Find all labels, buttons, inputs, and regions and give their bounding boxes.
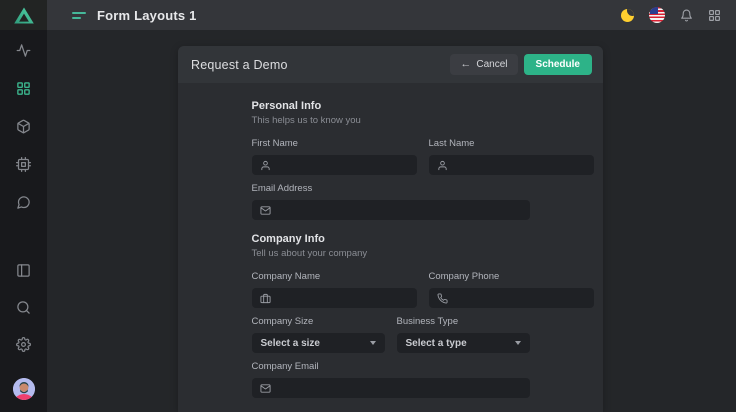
company-email-input[interactable] bbox=[277, 383, 522, 394]
theme-toggle-button[interactable] bbox=[621, 9, 634, 22]
sidebar-item-dashboard[interactable] bbox=[16, 80, 32, 96]
business-type-field: Business Type Select a type bbox=[397, 316, 530, 353]
card-header: Request a Demo ← Cancel Schedule bbox=[178, 46, 603, 83]
company-phone-input-wrap bbox=[429, 288, 594, 308]
chevron-down-icon bbox=[515, 341, 521, 345]
last-name-input-wrap bbox=[429, 155, 594, 175]
gear-icon bbox=[16, 337, 31, 352]
menu-toggle-icon[interactable] bbox=[72, 12, 86, 19]
section-subheading: This helps us to know you bbox=[252, 115, 530, 126]
card-actions: ← Cancel Schedule bbox=[450, 54, 592, 75]
bell-icon bbox=[680, 9, 693, 22]
first-name-input[interactable] bbox=[277, 160, 409, 171]
form-body: Personal Info This helps us to know you … bbox=[252, 83, 530, 398]
sidebar-item-system[interactable] bbox=[16, 156, 32, 172]
avatar-image bbox=[13, 378, 35, 400]
company-info-section: Company Info Tell us about your company … bbox=[252, 233, 530, 398]
email-field: Email Address bbox=[252, 183, 530, 220]
page-title: Form Layouts 1 bbox=[97, 8, 197, 23]
sidebar bbox=[0, 0, 47, 412]
header-actions bbox=[621, 7, 721, 23]
first-name-label: First Name bbox=[252, 138, 417, 149]
search-icon bbox=[16, 300, 31, 315]
section-subheading: Tell us about your company bbox=[252, 248, 530, 259]
apps-button[interactable] bbox=[708, 9, 721, 22]
sidebar-item-activity[interactable] bbox=[16, 42, 32, 58]
company-size-select[interactable]: Select a size bbox=[252, 333, 385, 353]
personal-info-section: Personal Info This helps us to know you … bbox=[252, 100, 530, 220]
email-label: Email Address bbox=[252, 183, 530, 194]
sidebar-item-panel-toggle[interactable] bbox=[16, 262, 32, 278]
last-name-field: Last Name bbox=[429, 138, 594, 175]
user-icon bbox=[437, 160, 448, 171]
moon-icon bbox=[621, 9, 634, 22]
first-name-input-wrap bbox=[252, 155, 417, 175]
cancel-button-label: Cancel bbox=[476, 59, 507, 70]
company-name-label: Company Name bbox=[252, 271, 417, 282]
sidebar-item-packages[interactable] bbox=[16, 118, 32, 134]
sidebar-item-messages[interactable] bbox=[16, 194, 32, 210]
language-button[interactable] bbox=[649, 7, 665, 23]
company-email-field: Company Email bbox=[252, 361, 530, 398]
top-header: Form Layouts 1 bbox=[47, 0, 736, 30]
email-input[interactable] bbox=[277, 205, 522, 216]
briefcase-icon bbox=[260, 293, 271, 304]
user-icon bbox=[260, 160, 271, 171]
triangle-logo-icon bbox=[13, 6, 35, 25]
cancel-button[interactable]: ← Cancel bbox=[450, 54, 517, 75]
business-type-value: Select a type bbox=[406, 338, 467, 349]
mail-icon bbox=[260, 383, 271, 394]
card-title: Request a Demo bbox=[191, 58, 288, 72]
grid-icon bbox=[16, 81, 31, 96]
mail-icon bbox=[260, 205, 271, 216]
company-name-input-wrap bbox=[252, 288, 417, 308]
company-name-input[interactable] bbox=[277, 293, 409, 304]
box-icon bbox=[16, 119, 31, 134]
us-flag-icon bbox=[649, 7, 665, 23]
section-heading: Company Info bbox=[252, 233, 530, 245]
apps-grid-icon bbox=[708, 9, 721, 22]
section-heading: Personal Info bbox=[252, 100, 530, 112]
company-size-field: Company Size Select a size bbox=[252, 316, 385, 353]
company-phone-field: Company Phone bbox=[429, 271, 594, 308]
sidebar-item-search[interactable] bbox=[16, 299, 32, 315]
last-name-input[interactable] bbox=[454, 160, 586, 171]
company-email-label: Company Email bbox=[252, 361, 530, 372]
sidebar-bottom bbox=[13, 262, 35, 412]
sidebar-panel-icon bbox=[16, 263, 31, 278]
sidebar-item-settings[interactable] bbox=[16, 336, 32, 352]
app-logo[interactable] bbox=[0, 0, 47, 30]
company-phone-label: Company Phone bbox=[429, 271, 594, 282]
company-size-label: Company Size bbox=[252, 316, 385, 327]
back-arrow-icon: ← bbox=[460, 59, 471, 70]
sidebar-nav bbox=[16, 42, 32, 210]
company-phone-input[interactable] bbox=[454, 293, 586, 304]
activity-icon bbox=[16, 43, 31, 58]
chevron-down-icon bbox=[370, 341, 376, 345]
first-name-field: First Name bbox=[252, 138, 417, 175]
last-name-label: Last Name bbox=[429, 138, 594, 149]
request-demo-card: Request a Demo ← Cancel Schedule Persona… bbox=[178, 46, 603, 412]
email-input-wrap bbox=[252, 200, 530, 220]
business-type-select[interactable]: Select a type bbox=[397, 333, 530, 353]
phone-icon bbox=[437, 293, 448, 304]
company-name-field: Company Name bbox=[252, 271, 417, 308]
business-type-label: Business Type bbox=[397, 316, 530, 327]
company-size-value: Select a size bbox=[261, 338, 320, 349]
notifications-button[interactable] bbox=[680, 9, 693, 22]
user-avatar[interactable] bbox=[13, 378, 35, 400]
cpu-icon bbox=[16, 157, 31, 172]
chat-icon bbox=[16, 195, 31, 210]
company-email-input-wrap bbox=[252, 378, 530, 398]
schedule-button[interactable]: Schedule bbox=[524, 54, 592, 75]
